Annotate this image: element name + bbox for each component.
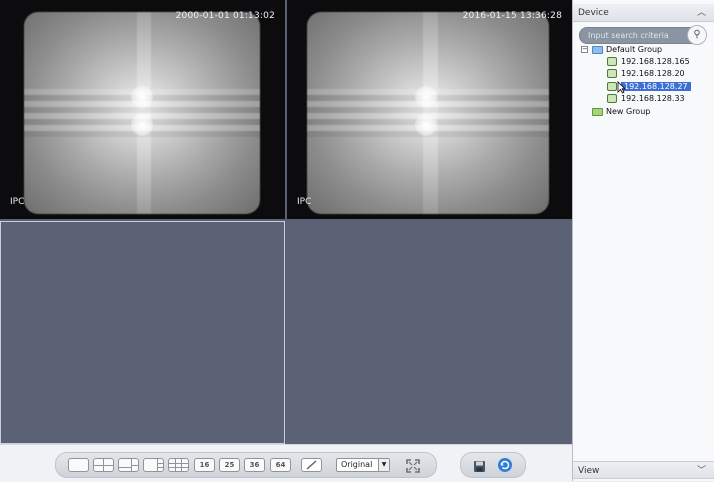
folder-add-icon — [592, 107, 603, 116]
channel-label: IPC — [10, 197, 25, 207]
light-glare — [415, 86, 437, 108]
folder-icon — [592, 45, 603, 54]
camera-device-icon — [607, 82, 617, 91]
timestamp-overlay: 2016-01-15 13:36:28 — [462, 11, 562, 21]
view-panel-header[interactable]: View ﹀ — [573, 461, 714, 479]
video-tile-2[interactable]: 2016-01-15 13:36:28 IPC — [287, 0, 572, 219]
camera-device-icon — [607, 69, 617, 78]
layout-16-button[interactable]: 16 — [194, 458, 215, 472]
device-label: 192.168.128.165 — [621, 57, 690, 66]
video-tile-4[interactable] — [287, 221, 572, 444]
chevron-down-icon: ▼ — [378, 459, 389, 471]
chevron-down-icon[interactable]: ﹀ — [697, 462, 706, 480]
tree-item-default-group[interactable]: Default Group — [592, 44, 662, 56]
search-input[interactable] — [588, 29, 686, 41]
search-icon[interactable]: ⚲ — [687, 25, 707, 45]
group-label: New Group — [606, 107, 651, 116]
tree-item-new-group[interactable]: New Group — [592, 106, 650, 118]
layout-36-button[interactable]: 36 — [244, 458, 265, 472]
tree-item-device[interactable]: 192.168.128.20 — [607, 68, 685, 80]
light-glare — [415, 114, 437, 136]
camera-device-icon — [607, 57, 617, 66]
fullscreen-icon[interactable] — [406, 458, 420, 473]
device-panel-header[interactable]: Device ︿ — [573, 4, 714, 22]
stream-mode-value: Original — [341, 460, 373, 469]
camera-device-icon — [607, 94, 617, 103]
layout-8-button[interactable] — [143, 458, 164, 472]
video-tile-1[interactable]: 2000-01-01 01:13:02 IPC — [0, 0, 285, 219]
timestamp-overlay: 2000-01-01 01:13:02 — [175, 11, 275, 21]
bottom-toolbar: 16 25 36 64 Original ▼ — [0, 444, 572, 482]
light-glare — [131, 86, 153, 108]
refresh-icon[interactable] — [497, 457, 513, 473]
video-grid: 2000-01-01 01:13:02 IPC 2016-01-15 13:36… — [0, 0, 572, 444]
layout-6-button[interactable] — [118, 458, 139, 472]
layout-1-button[interactable] — [68, 458, 89, 472]
camera-feed-1 — [24, 12, 260, 214]
collapse-toggle[interactable]: − — [581, 46, 588, 53]
layout-controls: 16 25 36 64 Original ▼ — [55, 452, 437, 478]
mouse-cursor-icon — [617, 81, 626, 96]
device-label: 192.168.128.20 — [621, 69, 685, 78]
device-label: 192.168.128.33 — [621, 94, 685, 103]
device-panel-title: Device — [578, 8, 609, 18]
device-panel: Device ︿ ⚲ − Default Group 192.168.128.1… — [572, 0, 714, 481]
camera-feed-2 — [307, 12, 549, 214]
layout-64-button[interactable]: 64 — [270, 458, 291, 472]
light-glare — [131, 114, 153, 136]
tree-item-device[interactable]: 192.168.128.165 — [607, 56, 690, 68]
chevron-up-icon[interactable]: ︿ — [697, 4, 706, 22]
save-icon[interactable] — [473, 458, 486, 472]
device-label: 192.168.128.27 — [621, 82, 691, 91]
save-controls — [460, 452, 526, 478]
layout-25-button[interactable]: 25 — [219, 458, 240, 472]
custom-layout-icon[interactable] — [301, 458, 322, 472]
video-tile-3[interactable] — [0, 221, 285, 444]
layout-4-button[interactable] — [93, 458, 114, 472]
channel-label: IPC — [297, 197, 312, 207]
search-box: ⚲ — [579, 25, 707, 45]
stream-mode-select[interactable]: Original ▼ — [336, 458, 390, 472]
layout-9-button[interactable] — [168, 458, 189, 472]
view-panel-title: View — [578, 466, 600, 476]
group-label: Default Group — [606, 45, 663, 54]
